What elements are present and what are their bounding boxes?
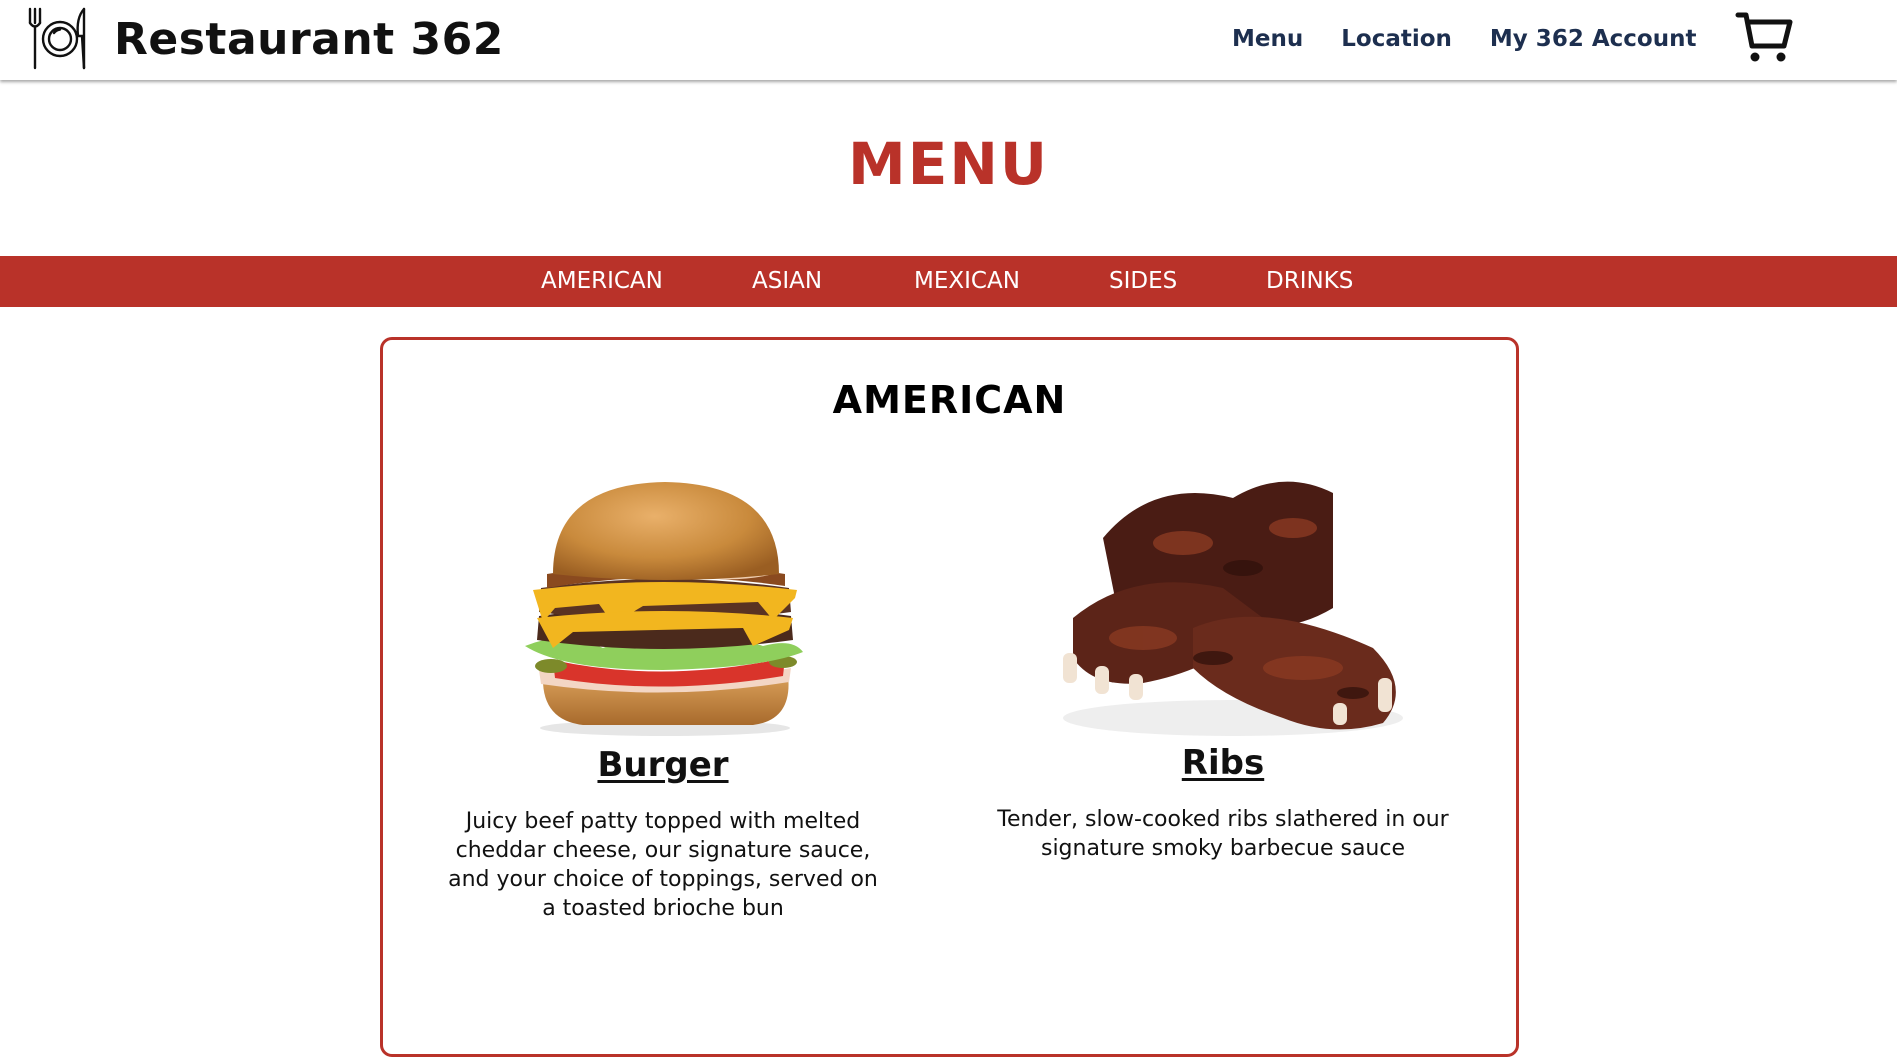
- nav-link-account[interactable]: My 362 Account: [1490, 26, 1697, 52]
- menu-item-name[interactable]: Burger: [438, 745, 888, 785]
- menu-item-description: Tender, slow-cooked ribs slathered in ou…: [997, 807, 1449, 861]
- menu-section-card: AMERICAN Burger Juicy beef patty topped …: [380, 337, 1519, 1057]
- category-bar: AMERICAN ASIAN MEXICAN SIDES DRINKS: [0, 256, 1897, 307]
- menu-item-name[interactable]: Ribs: [993, 743, 1453, 783]
- menu-item-burger: Burger Juicy beef patty topped with melt…: [438, 745, 888, 923]
- category-tab-american[interactable]: AMERICAN: [541, 268, 663, 294]
- category-tab-sides[interactable]: SIDES: [1109, 268, 1177, 294]
- nav-link-location[interactable]: Location: [1341, 26, 1452, 52]
- page-title: MENU: [848, 130, 1049, 198]
- menu-item-ribs: Ribs Tender, slow-cooked ribs slathered …: [993, 743, 1453, 863]
- ribs-image[interactable]: [1033, 448, 1433, 748]
- menu-item-description: Juicy beef patty topped with melted ched…: [448, 809, 878, 921]
- category-tab-drinks[interactable]: DRINKS: [1266, 268, 1353, 294]
- plate-fork-knife-icon[interactable]: [26, 6, 90, 70]
- category-tab-mexican[interactable]: MEXICAN: [914, 268, 1020, 294]
- burger-image[interactable]: [503, 470, 823, 740]
- section-title: AMERICAN: [832, 378, 1067, 422]
- main-nav: Menu Location My 362 Account: [1232, 26, 1734, 52]
- brand-name[interactable]: Restaurant 362: [114, 14, 504, 65]
- site-header: Restaurant 362 Menu Location My 362 Acco…: [0, 0, 1897, 80]
- nav-link-menu[interactable]: Menu: [1232, 26, 1303, 52]
- category-tab-asian[interactable]: ASIAN: [752, 268, 822, 294]
- shopping-cart-icon[interactable]: [1735, 10, 1795, 66]
